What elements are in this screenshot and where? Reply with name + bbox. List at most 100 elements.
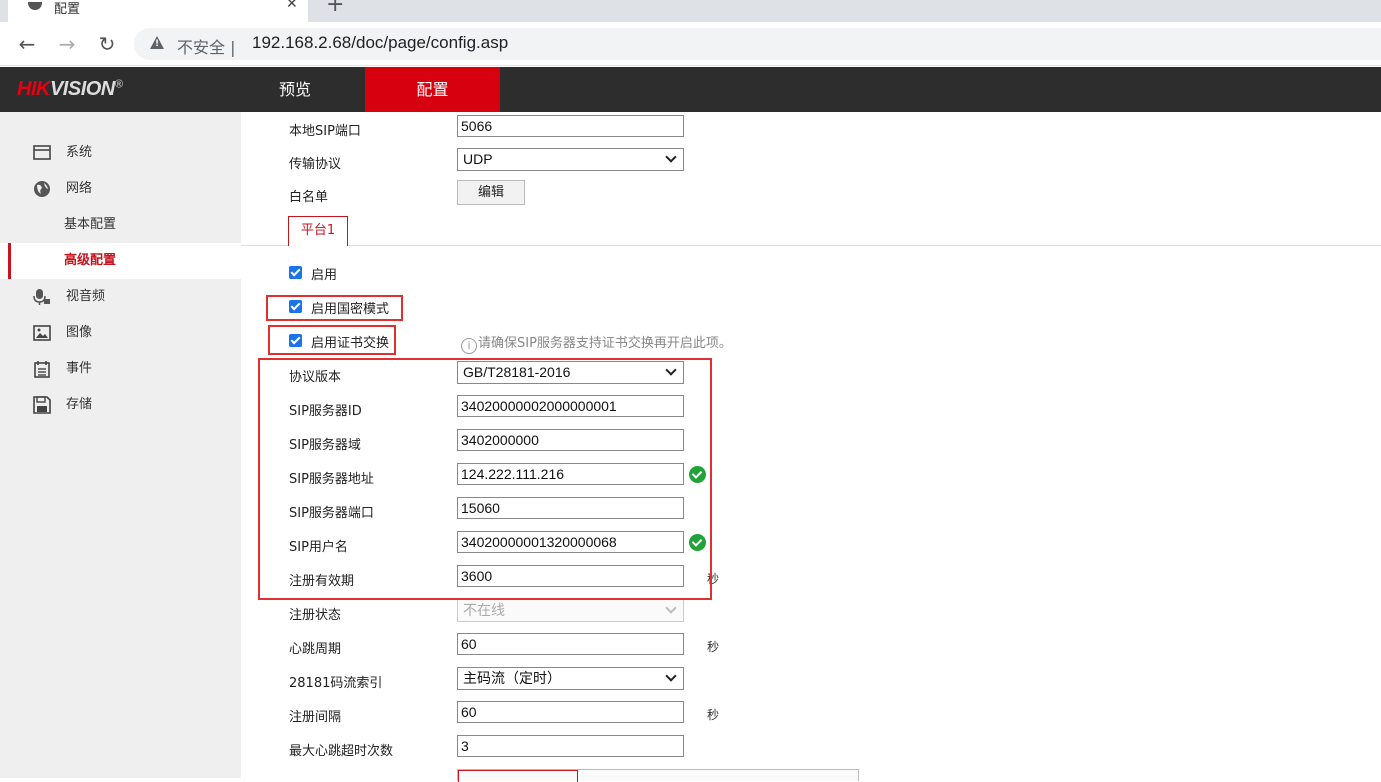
- row-reg-validity: 注册有效期 3600 秒: [241, 562, 1381, 596]
- enable-checkbox[interactable]: [289, 266, 302, 279]
- bottom-tab[interactable]: [458, 770, 578, 782]
- sidebar-item-label: 事件: [66, 361, 93, 376]
- sidebar-item-label: 图像: [66, 325, 93, 340]
- image-icon: [33, 325, 51, 341]
- sidebar-item-video-audio[interactable]: 视音频: [0, 279, 241, 315]
- sidebar-subitem-label: 基本配置: [64, 217, 117, 232]
- hikvision-logo: HIKVISION®: [17, 78, 123, 100]
- address-bar[interactable]: 不安全 | 192.168.2.68/doc/page/config.asp: [134, 28, 1381, 60]
- forward-arrow-icon[interactable]: →: [53, 30, 81, 58]
- local-sip-port-input[interactable]: 5066: [457, 115, 684, 137]
- field-label: 协议版本: [289, 370, 342, 385]
- row-whitelist: 白名单 编辑: [241, 178, 1381, 212]
- field-label: SIP用户名: [289, 540, 348, 555]
- row-local-sip-port: 本地SIP端口 5066: [241, 112, 1381, 146]
- nav-config[interactable]: 配置: [365, 67, 500, 112]
- row-max-heartbeat-timeout: 最大心跳超时次数 3: [241, 732, 1381, 766]
- row-heartbeat: 心跳周期 60 秒: [241, 630, 1381, 664]
- sip-server-port-input[interactable]: 15060: [457, 497, 684, 519]
- bottom-tab-strip: [457, 769, 859, 782]
- row-stream-index: 28181码流索引 主码流（定时）: [241, 664, 1381, 698]
- new-tab-icon[interactable]: +: [326, 0, 344, 17]
- platform-tabs: 平台1: [241, 216, 1381, 246]
- field-label: 注册状态: [289, 608, 342, 623]
- browser-toolbar: ← → ↻ 不安全 | 192.168.2.68/doc/page/config…: [0, 22, 1381, 66]
- monitor-icon: [33, 145, 51, 160]
- config-form: 本地SIP端口 5066 传输协议 UDP 白名单 编辑 平台1 启用 启用国密…: [241, 112, 1381, 782]
- row-sip-server-addr: SIP服务器地址 124.222.111.216: [241, 460, 1381, 494]
- field-label: 注册有效期: [289, 574, 355, 589]
- floppy-disk-icon: [33, 396, 51, 414]
- check-circle-icon: [689, 534, 706, 551]
- protocol-version-select[interactable]: GB/T28181-2016: [457, 361, 684, 384]
- back-arrow-icon[interactable]: ←: [13, 30, 41, 58]
- field-label: 28181码流索引: [289, 676, 383, 691]
- checkbox-label: 启用证书交换: [311, 336, 390, 351]
- row-sip-server-domain: SIP服务器域 3402000000: [241, 426, 1381, 460]
- sidebar-subitem-advanced[interactable]: 高级配置: [0, 243, 241, 279]
- browser-tab[interactable]: 配置 ✕: [8, 0, 308, 22]
- sip-server-id-input[interactable]: 34020000002000000001: [457, 395, 684, 417]
- field-label: 心跳周期: [289, 642, 342, 657]
- sidebar-subitem-label: 高级配置: [64, 253, 117, 268]
- row-enable-gm: 启用国密模式: [241, 290, 1381, 324]
- camera-favicon-icon: [28, 2, 42, 10]
- sidebar-item-system[interactable]: 系统: [0, 135, 241, 171]
- warning-icon: [150, 36, 164, 49]
- close-icon[interactable]: ✕: [286, 0, 298, 12]
- sidebar: 系统 网络 基本配置 高级配置 视音频 图像 事件 存储: [0, 112, 241, 778]
- chevron-down-icon: [665, 670, 677, 682]
- calendar-icon: [34, 361, 50, 378]
- sidebar-item-storage[interactable]: 存储: [0, 387, 241, 423]
- row-sip-username: SIP用户名 34020000001320000068: [241, 528, 1381, 562]
- url-text: 192.168.2.68/doc/page/config.asp: [252, 33, 509, 52]
- nav-preview[interactable]: 预览: [241, 67, 349, 112]
- unit-label: 秒: [707, 572, 720, 586]
- row-sip-server-port: SIP服务器端口 15060: [241, 494, 1381, 528]
- microphone-camera-icon: [33, 289, 50, 305]
- browser-tab-title: 配置: [54, 2, 81, 17]
- row-reg-status: 注册状态 不在线: [241, 596, 1381, 630]
- sidebar-item-image[interactable]: 图像: [0, 315, 241, 351]
- row-sip-server-id: SIP服务器ID 34020000002000000001: [241, 392, 1381, 426]
- field-label: SIP服务器域: [289, 438, 361, 453]
- field-label: 最大心跳超时次数: [289, 744, 394, 759]
- field-label: SIP服务器ID: [289, 404, 362, 419]
- sidebar-item-network[interactable]: 网络: [0, 171, 241, 207]
- field-label: SIP服务器端口: [289, 506, 374, 521]
- sidebar-subitem-basic[interactable]: 基本配置: [0, 207, 241, 243]
- field-label: 注册间隔: [289, 710, 342, 725]
- field-label: SIP服务器地址: [289, 472, 374, 487]
- cert-hint: i 请确保SIP服务器支持证书交换再开启此项。: [461, 332, 732, 354]
- field-label: 传输协议: [289, 157, 342, 172]
- row-transport: 传输协议 UDP: [241, 145, 1381, 179]
- browser-tabstrip: 配置 ✕ +: [0, 0, 1381, 22]
- sip-username-input[interactable]: 34020000001320000068: [457, 531, 684, 553]
- app-header: HIKVISION® 预览 配置: [0, 67, 1381, 112]
- tab-platform-1[interactable]: 平台1: [288, 216, 348, 246]
- stream-index-select[interactable]: 主码流（定时）: [457, 667, 684, 690]
- info-icon: i: [461, 338, 477, 354]
- row-reg-interval: 注册间隔 60 秒: [241, 698, 1381, 732]
- reload-icon[interactable]: ↻: [93, 30, 121, 58]
- enable-cert-checkbox[interactable]: [289, 334, 302, 347]
- sip-server-addr-input[interactable]: 124.222.111.216: [457, 463, 684, 485]
- sidebar-item-label: 系统: [66, 145, 93, 160]
- edit-whitelist-button[interactable]: 编辑: [457, 180, 525, 205]
- enable-gm-checkbox[interactable]: [289, 300, 302, 313]
- sidebar-item-event[interactable]: 事件: [0, 351, 241, 387]
- chevron-down-icon: [665, 364, 677, 376]
- chevron-down-icon: [665, 602, 677, 614]
- unit-label: 秒: [707, 708, 720, 722]
- chevron-down-icon: [665, 151, 677, 163]
- unit-label: 秒: [707, 640, 720, 654]
- heartbeat-input[interactable]: 60: [457, 633, 684, 655]
- reg-interval-input[interactable]: 60: [457, 701, 684, 723]
- check-circle-icon: [689, 466, 706, 483]
- max-heartbeat-timeout-input[interactable]: 3: [457, 735, 684, 757]
- transport-select[interactable]: UDP: [457, 148, 684, 171]
- checkbox-label: 启用: [311, 268, 338, 283]
- insecure-label: 不安全 |: [177, 38, 236, 57]
- sip-server-domain-input[interactable]: 3402000000: [457, 429, 684, 451]
- reg-validity-input[interactable]: 3600: [457, 565, 684, 587]
